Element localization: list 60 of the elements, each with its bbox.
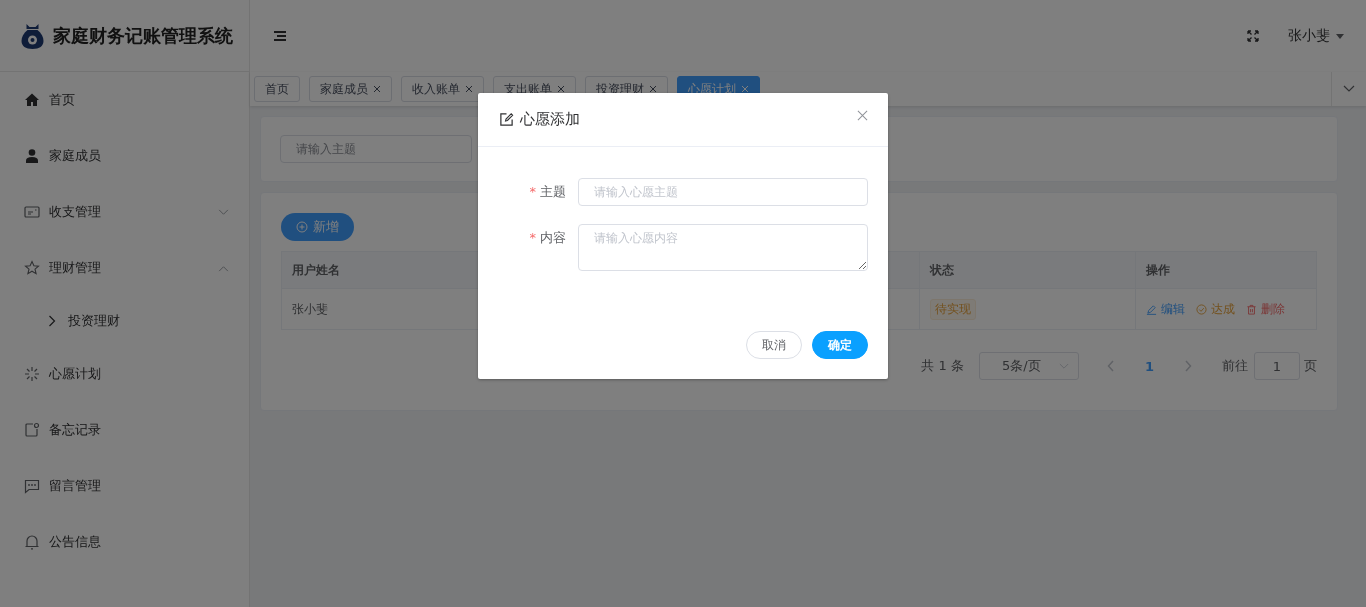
trash-icon [1246, 303, 1257, 315]
confirm-button[interactable]: 确定 [812, 331, 868, 359]
sidebar-item[interactable]: 备忘记录 [0, 402, 249, 458]
sidebar-item[interactable]: 首页 [0, 72, 249, 128]
sidebar-item[interactable]: 留言管理 [0, 458, 249, 514]
action-link[interactable]: 编辑 [1146, 300, 1185, 318]
goto-label: 前往 [1222, 357, 1248, 375]
edit-icon [499, 112, 514, 127]
note-icon [24, 422, 40, 438]
bell-icon [24, 534, 40, 550]
status-tag: 待实现 [930, 298, 976, 320]
money-bag-icon [20, 21, 45, 50]
tab[interactable]: 首页 [254, 76, 300, 102]
field-label: 内容 [540, 230, 566, 245]
user-icon [24, 148, 40, 164]
chevron-right-icon [48, 315, 56, 327]
tab[interactable]: 收入账单 [401, 76, 484, 102]
chevron-up-icon [218, 264, 229, 272]
page-number[interactable]: 1 [1144, 358, 1154, 374]
star-icon [24, 260, 40, 276]
caret-icon [1336, 33, 1344, 39]
page-suffix: 页 [1304, 357, 1317, 375]
sidebar-item[interactable]: 公告信息 [0, 514, 249, 570]
tab[interactable]: 家庭成员 [309, 76, 392, 102]
sidebar-item[interactable]: 心愿计划 [0, 346, 249, 402]
plus-circle-icon [296, 221, 308, 233]
close-icon[interactable] [857, 110, 868, 121]
card-icon [24, 204, 40, 220]
chevron-down-icon [1343, 85, 1355, 93]
chevron-down-icon [218, 208, 229, 216]
content-field[interactable]: 请输入心愿内容 [578, 224, 868, 271]
required-mark: * [529, 230, 536, 245]
user-menu[interactable]: 张小斐 [1288, 27, 1344, 45]
check-circle-icon [1196, 303, 1207, 315]
add-button[interactable]: 新增 [281, 213, 354, 241]
column-header: 操作 [1145, 261, 1171, 279]
sidebar-subitem[interactable]: 投资理财 [0, 296, 249, 346]
goto-page-field[interactable]: 1 [1254, 352, 1300, 380]
menu-icon[interactable] [274, 31, 286, 41]
dialog-title: 心愿添加 [520, 110, 580, 129]
column-header: 状态 [920, 252, 1136, 288]
chat-icon [24, 478, 40, 494]
close-icon[interactable] [649, 85, 657, 93]
sidebar-item[interactable]: 理财管理 [0, 240, 249, 296]
field-label: 主题 [540, 184, 566, 199]
fullscreen-icon[interactable] [1247, 30, 1259, 42]
required-mark: * [529, 184, 536, 199]
home-icon [24, 92, 40, 108]
close-icon[interactable] [373, 85, 381, 93]
action-link[interactable]: 删除 [1246, 300, 1285, 318]
sidebar-item[interactable]: 家庭成员 [0, 128, 249, 184]
pencil-icon [1146, 303, 1157, 315]
total-count: 共 1 条 [921, 357, 964, 375]
close-icon[interactable] [557, 85, 565, 93]
page-size-select[interactable]: 5条/页 [978, 352, 1079, 380]
sparkle-icon [24, 366, 40, 382]
cancel-button[interactable]: 取消 [746, 331, 802, 359]
close-icon[interactable] [465, 85, 473, 93]
sidebar-item[interactable]: 收支管理 [0, 184, 249, 240]
app-title: 家庭财务记账管理系统 [53, 23, 233, 48]
